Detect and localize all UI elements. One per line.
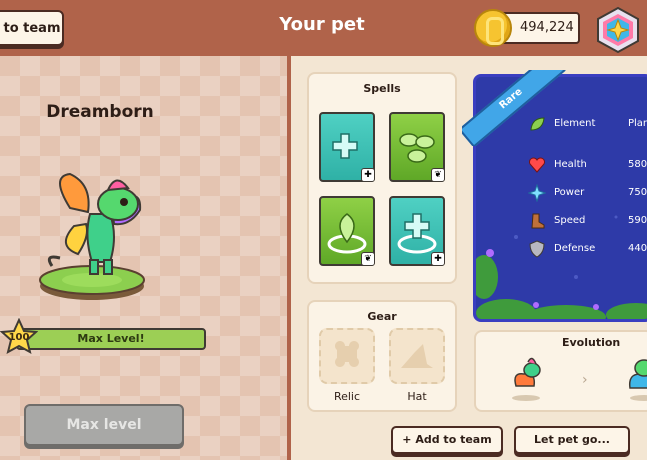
stat-row-health: Health 580 — [476, 156, 647, 176]
heart-icon — [528, 156, 546, 174]
leaf-tag-icon: ❦ — [431, 168, 445, 182]
stat-label: Defense — [554, 243, 596, 254]
coin-amount: 494,224 — [520, 20, 574, 35]
evolution-title: Evolution — [562, 336, 621, 349]
gear-card: Gear Relic Hat — [307, 300, 457, 412]
stat-label: Speed — [554, 215, 586, 226]
pet-name: Dreamborn — [46, 102, 154, 122]
stat-value: 440 — [628, 243, 647, 254]
stat-label: Health — [554, 159, 587, 170]
relic-label: Relic — [333, 390, 361, 403]
stat-value: Plan — [628, 118, 647, 129]
back-button-label: to team — [3, 20, 61, 36]
rarity-band: Rare — [462, 70, 566, 146]
stat-value: 750 — [628, 187, 647, 198]
stat-label: Power — [554, 187, 585, 198]
let-pet-go-button[interactable]: Let pet go... — [514, 426, 630, 454]
spell-slot-leaf-burst[interactable]: ❦ — [389, 112, 445, 182]
add-to-team-button[interactable]: + Add to team — [391, 426, 503, 454]
spell-slot-heal-aura[interactable]: ✚ — [389, 196, 445, 266]
level-status: Max Level! — [77, 332, 145, 345]
page-title: Your pet — [279, 14, 365, 35]
back-to-team-button[interactable]: to team — [0, 10, 64, 46]
spell-slot-leaf-shield[interactable]: ❦ — [319, 196, 375, 266]
level-progress-bar: Max Level! — [16, 328, 206, 350]
boot-icon — [528, 212, 546, 230]
rarity-ribbon: Rare — [462, 70, 570, 146]
leaf-tag-icon: ❦ — [361, 252, 375, 266]
hat-icon — [401, 344, 433, 368]
hat-label: Hat — [407, 390, 427, 403]
evolution-card: Evolution › — [474, 330, 647, 412]
coin-icon — [474, 9, 512, 47]
max-level-button[interactable]: Max level — [24, 404, 184, 446]
gem-shop-icon[interactable] — [592, 6, 644, 54]
evolution-stage-1-icon — [506, 356, 546, 402]
shield-icon — [528, 240, 546, 258]
stat-row-speed: Speed 590 — [476, 212, 647, 232]
stat-row-power: Power 750 — [476, 183, 647, 204]
hat-slot[interactable] — [389, 328, 445, 384]
relic-slot[interactable] — [319, 328, 375, 384]
chevron-right-icon: › — [582, 372, 588, 388]
heal-tag-icon: ✚ — [431, 252, 445, 266]
gear-title: Gear — [367, 310, 397, 323]
spells-card: Spells ✚ ❦ ❦ ✚ — [307, 72, 457, 284]
stat-row-defense: Defense 440 — [476, 240, 647, 260]
relic-icon — [335, 341, 359, 367]
level-number: 100 — [8, 332, 30, 343]
spells-title: Spells — [363, 82, 401, 95]
stat-value: 580 — [628, 159, 647, 170]
heal-tag-icon: ✚ — [361, 168, 375, 182]
spell-slot-heal[interactable]: ✚ — [319, 112, 375, 182]
spark-icon — [527, 183, 547, 203]
dreamborn-pet-icon — [30, 166, 180, 306]
evolution-stage-2-icon — [624, 356, 647, 402]
pet-showcase-panel: Dreamborn Max Level! 100 Max level — [0, 56, 287, 460]
stat-value: 590 — [628, 215, 647, 226]
rarity-label: Rare — [497, 86, 525, 112]
